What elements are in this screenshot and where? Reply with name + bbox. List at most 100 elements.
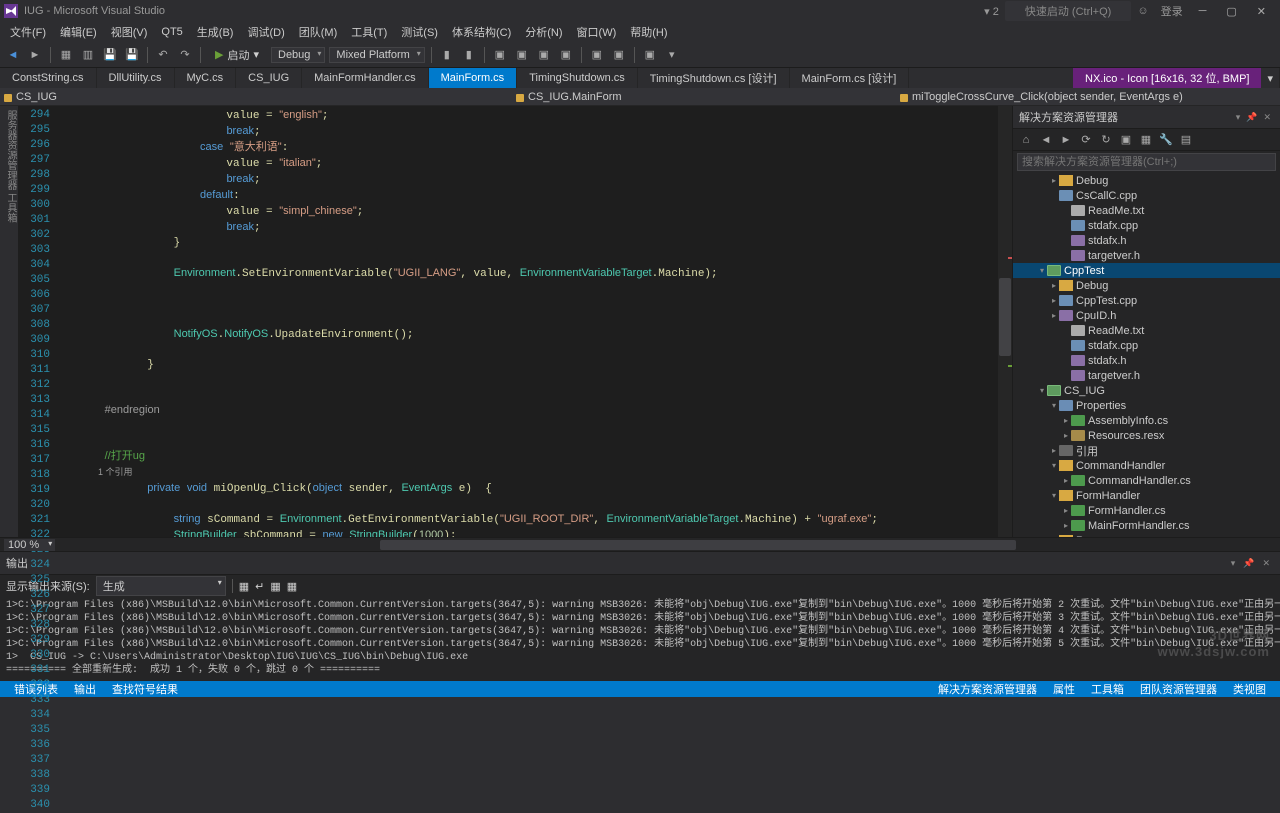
- tree-node[interactable]: stdafx.h: [1013, 353, 1280, 368]
- document-tab[interactable]: MainForm.cs [设计]: [790, 68, 910, 88]
- tree-node[interactable]: ▸CommandHandler.cs: [1013, 473, 1280, 488]
- open-file-icon[interactable]: ▥: [79, 46, 97, 64]
- save-icon[interactable]: 💾: [101, 46, 119, 64]
- tb-icon-10[interactable]: ▾: [663, 46, 681, 64]
- document-tab[interactable]: MyC.cs: [175, 68, 237, 88]
- menu-item[interactable]: 分析(N): [519, 22, 568, 42]
- menu-item[interactable]: 体系结构(C): [446, 22, 517, 42]
- tb-icon-8[interactable]: ▣: [610, 46, 628, 64]
- fold-column[interactable]: [56, 106, 68, 537]
- tree-node[interactable]: ▸Debug: [1013, 278, 1280, 293]
- statusbar-tab[interactable]: 查找符号结果: [104, 681, 186, 697]
- output-dropdown-icon[interactable]: ▾: [1227, 558, 1240, 569]
- tb-icon-3[interactable]: ▣: [491, 46, 509, 64]
- output-pin-icon[interactable]: 📌: [1239, 558, 1258, 569]
- menu-item[interactable]: 生成(B): [191, 22, 240, 42]
- platform-combo[interactable]: Mixed Platform: [329, 47, 424, 63]
- zoom-combo[interactable]: 100 %: [4, 539, 55, 551]
- sol-sync-icon[interactable]: ⟳: [1077, 131, 1095, 149]
- statusbar-tab[interactable]: 类视图: [1225, 681, 1274, 697]
- statusbar-tab[interactable]: 团队资源管理器: [1132, 681, 1225, 697]
- tree-node[interactable]: ▸AssemblyInfo.cs: [1013, 413, 1280, 428]
- navbar-member[interactable]: miToggleCrossCurve_Click(object sender, …: [896, 89, 1280, 105]
- menu-item[interactable]: 编辑(E): [54, 22, 103, 42]
- sol-fwd-icon[interactable]: ►: [1057, 131, 1075, 149]
- statusbar-tab[interactable]: 输出: [66, 681, 104, 697]
- tree-node[interactable]: stdafx.h: [1013, 233, 1280, 248]
- tree-node[interactable]: ReadMe.txt: [1013, 323, 1280, 338]
- undo-icon[interactable]: ↶: [154, 46, 172, 64]
- quick-launch-input[interactable]: 快速启动 (Ctrl+Q): [1005, 1, 1131, 21]
- pane-pin-icon[interactable]: 📌: [1243, 112, 1260, 123]
- statusbar-tab[interactable]: 属性: [1045, 681, 1083, 697]
- tb-icon-1[interactable]: ▮: [438, 46, 456, 64]
- tree-node[interactable]: ▸Resources.resx: [1013, 428, 1280, 443]
- horizontal-scrollbar[interactable]: [380, 540, 1016, 550]
- code-editor[interactable]: 2942952962972982993003013023033043053063…: [18, 106, 1012, 537]
- menu-item[interactable]: 调试(D): [241, 22, 290, 42]
- output-text[interactable]: 1>C:\Program Files (x86)\MSBuild\12.0\bi…: [0, 597, 1280, 681]
- document-tab[interactable]: MainFormHandler.cs: [302, 68, 428, 88]
- statusbar-tab[interactable]: 工具箱: [1083, 681, 1132, 697]
- feedback-icon[interactable]: ☺: [1131, 5, 1154, 17]
- document-tab[interactable]: TimingShutdown.cs: [517, 68, 638, 88]
- tb-icon-5[interactable]: ▣: [535, 46, 553, 64]
- menu-item[interactable]: 团队(M): [293, 22, 344, 42]
- navbar-class[interactable]: CS_IUG.MainForm: [512, 89, 896, 105]
- sol-refresh-icon[interactable]: ↻: [1097, 131, 1115, 149]
- output-close-icon[interactable]: ✕: [1258, 558, 1274, 569]
- pane-dropdown-icon[interactable]: ▾: [1233, 112, 1244, 123]
- tree-node[interactable]: ▾CommandHandler: [1013, 458, 1280, 473]
- sign-in-link[interactable]: 登录: [1155, 3, 1189, 19]
- tree-node[interactable]: ▸CppTest.cpp: [1013, 293, 1280, 308]
- menu-item[interactable]: 视图(V): [105, 22, 154, 42]
- document-tab[interactable]: ConstString.cs: [0, 68, 97, 88]
- tb-icon-2[interactable]: ▮: [460, 46, 478, 64]
- start-debug-button[interactable]: ▶启动 ▾: [207, 45, 267, 65]
- document-tab[interactable]: TimingShutdown.cs [设计]: [638, 68, 790, 88]
- sol-home-icon[interactable]: ⌂: [1017, 131, 1035, 149]
- output-tbtn-4[interactable]: ▦: [287, 580, 297, 593]
- document-tab[interactable]: CS_IUG: [236, 68, 302, 88]
- tree-node[interactable]: ▾CS_IUG: [1013, 383, 1280, 398]
- menu-item[interactable]: 文件(F): [4, 22, 52, 42]
- tb-icon-9[interactable]: ▣: [641, 46, 659, 64]
- navbar-project[interactable]: CS_IUG: [0, 89, 512, 105]
- new-project-icon[interactable]: ▦: [57, 46, 75, 64]
- tree-node[interactable]: ▾Properties: [1013, 398, 1280, 413]
- output-wrap-icon[interactable]: ↵: [255, 580, 264, 593]
- notification-flag-icon[interactable]: ▾ 2: [978, 5, 1005, 18]
- document-tab[interactable]: MainForm.cs: [429, 68, 518, 88]
- tree-node[interactable]: targetver.h: [1013, 368, 1280, 383]
- nav-back-icon[interactable]: ◄: [4, 46, 22, 64]
- menu-item[interactable]: 帮助(H): [624, 22, 673, 42]
- minimize-button[interactable]: ─: [1189, 5, 1217, 17]
- vertical-scrollbar[interactable]: [998, 106, 1012, 537]
- menu-item[interactable]: 工具(T): [345, 22, 393, 42]
- tree-node[interactable]: ▸Debug: [1013, 173, 1280, 188]
- menu-item[interactable]: 窗口(W): [571, 22, 623, 42]
- sol-properties-icon[interactable]: 🔧: [1157, 131, 1175, 149]
- sol-back-icon[interactable]: ◄: [1037, 131, 1055, 149]
- sol-preview-icon[interactable]: ▤: [1177, 131, 1195, 149]
- tree-node[interactable]: ▾CppTest: [1013, 263, 1280, 278]
- tab-overflow-icon[interactable]: ▾: [1261, 68, 1280, 88]
- tree-node[interactable]: targetver.h: [1013, 248, 1280, 263]
- tree-node[interactable]: CsCallC.cpp: [1013, 188, 1280, 203]
- statusbar-tab[interactable]: 解决方案资源管理器: [930, 681, 1045, 697]
- tree-node[interactable]: ▸CpuID.h: [1013, 308, 1280, 323]
- tree-node[interactable]: ▾Resources: [1013, 533, 1280, 537]
- solution-search-input[interactable]: [1017, 153, 1276, 171]
- tree-node[interactable]: ▸MainFormHandler.cs: [1013, 518, 1280, 533]
- redo-icon[interactable]: ↷: [176, 46, 194, 64]
- sol-showall-icon[interactable]: ▦: [1137, 131, 1155, 149]
- preview-tab[interactable]: NX.ico - Icon [16x16, 32 位, BMP]: [1073, 68, 1261, 88]
- tree-node[interactable]: ▸引用: [1013, 443, 1280, 458]
- tb-icon-7[interactable]: ▣: [588, 46, 606, 64]
- output-tbtn-3[interactable]: ▦: [270, 580, 280, 593]
- code-area[interactable]: value = "english"; break; case "意大利语": v…: [68, 106, 998, 537]
- output-clear-icon[interactable]: ▦: [239, 580, 249, 593]
- menu-item[interactable]: QT5: [155, 24, 188, 40]
- pane-close-icon[interactable]: ✕: [1260, 112, 1274, 123]
- document-tab[interactable]: DllUtility.cs: [97, 68, 175, 88]
